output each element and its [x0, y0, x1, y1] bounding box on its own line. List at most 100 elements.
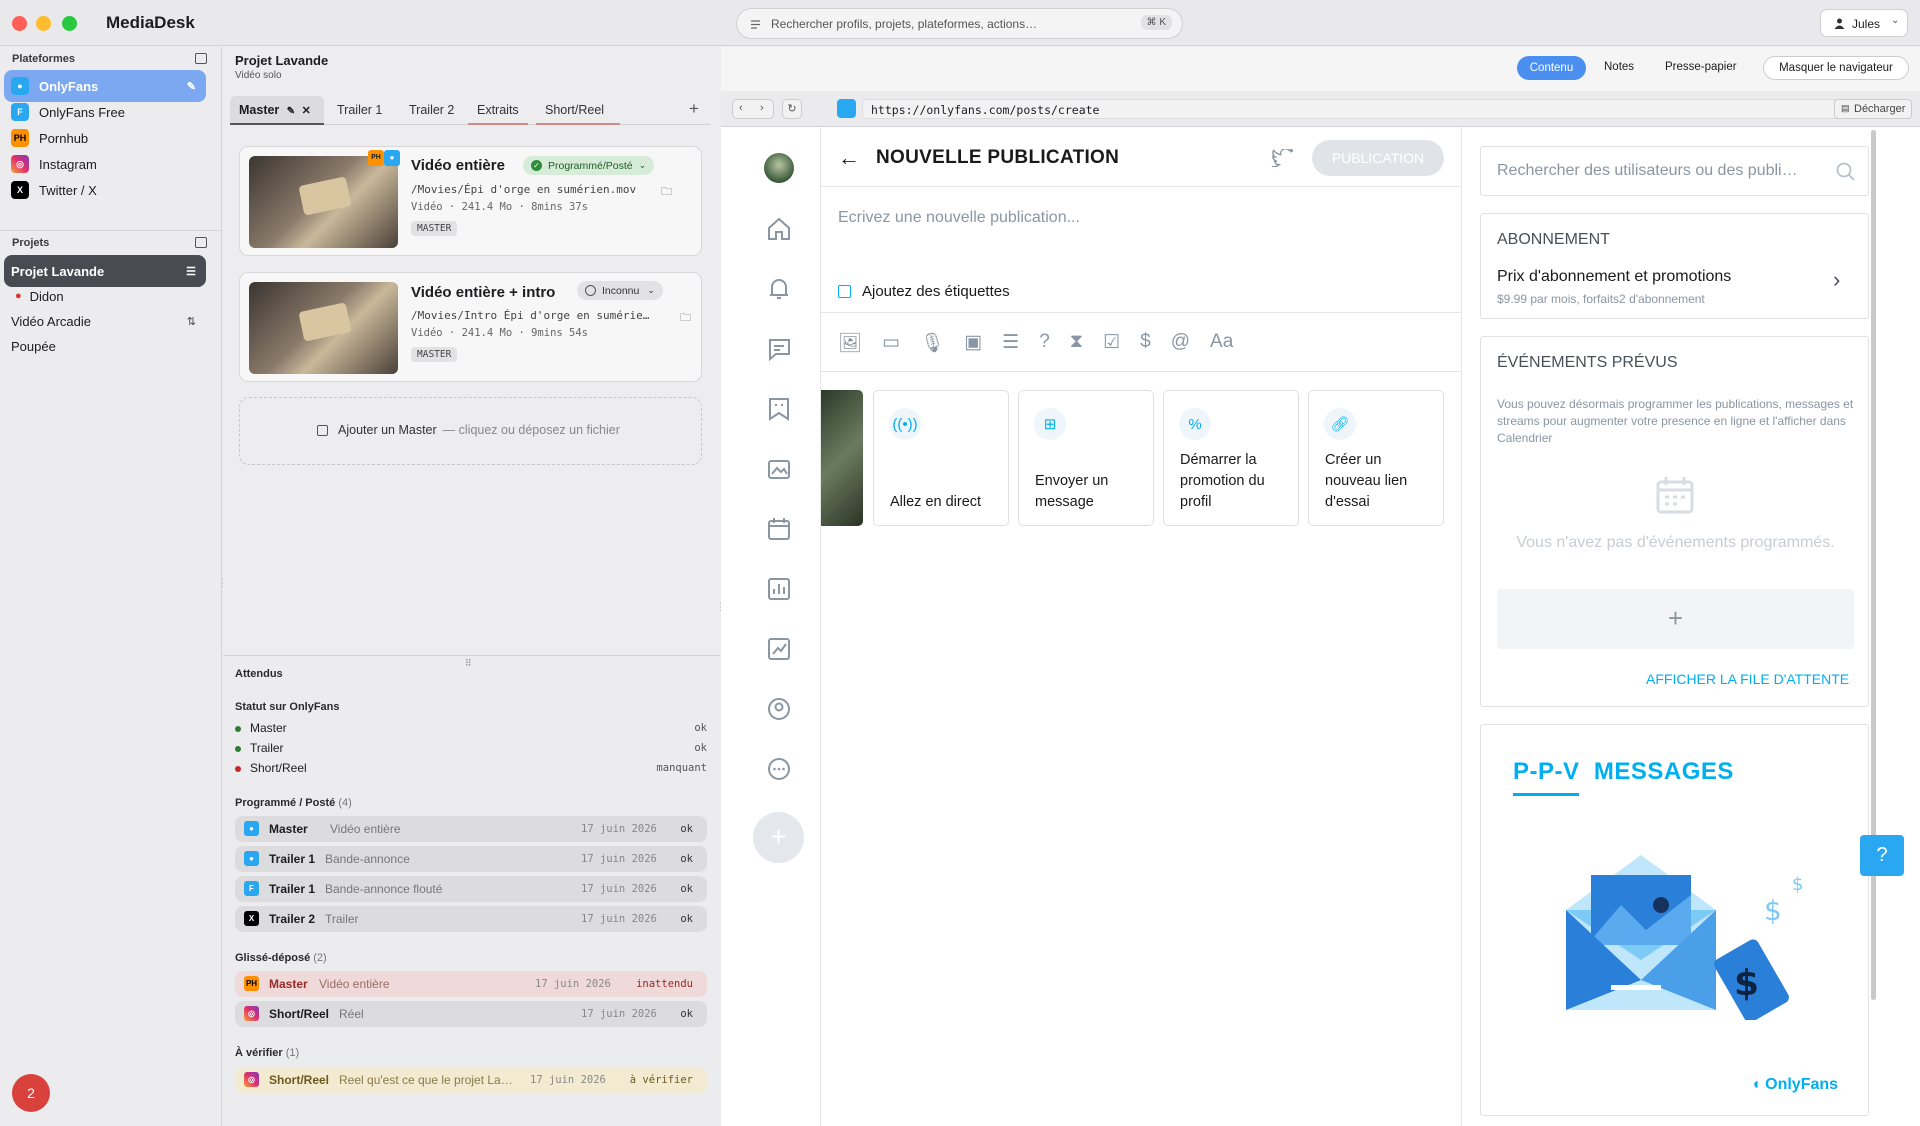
add-project-icon[interactable] [195, 237, 207, 248]
folder-icon[interactable]: 🗀 [680, 309, 691, 328]
twitter-icon[interactable] [1272, 149, 1294, 167]
scheduled-item[interactable]: ● Trailer 1 Bande-annonce 17 juin 2026 ok [235, 846, 707, 872]
gif-icon[interactable]: ▣ [964, 331, 982, 355]
edit-icon[interactable]: ✎ [287, 106, 295, 117]
tab-extraits[interactable]: Extraits [468, 96, 528, 125]
scheduled-item[interactable]: X Trailer 2 Trailer 17 juin 2026 ok [235, 906, 707, 932]
master-card[interactable]: Vidéo entière + intro Inconnu ⌄ /Movies/… [239, 272, 702, 382]
scheduled-item[interactable]: F Trailer 1 Bande-annonce flouté 17 juin 20… [235, 876, 707, 902]
avatar[interactable] [764, 153, 794, 183]
bell-icon[interactable] [764, 274, 794, 304]
mention-icon[interactable]: @ [1171, 331, 1190, 355]
add-event-button[interactable]: + [1497, 589, 1854, 649]
schedule-icon[interactable]: ☑ [1103, 331, 1120, 355]
tab-trailer-2[interactable]: Trailer 2 [400, 96, 463, 125]
projects-heading: Projets [12, 237, 50, 249]
file-meta: Vidéo · 241.4 Mo · 8mins 37s [411, 201, 589, 213]
tab-contenu[interactable]: Contenu [1517, 56, 1586, 80]
help-button[interactable]: ? [1860, 835, 1904, 876]
media-preview[interactable] [821, 390, 863, 526]
promotion-icon: % [1179, 408, 1211, 440]
close-window-button[interactable] [12, 16, 27, 31]
global-search-input[interactable]: Rechercher profils, projets, plateformes… [736, 8, 1183, 39]
add-platform-icon[interactable] [195, 53, 207, 64]
more-icon[interactable] [764, 754, 794, 784]
status-badge[interactable]: Inconnu ⌄ [577, 281, 663, 300]
reload-icon[interactable]: ↻ [782, 99, 802, 119]
send-message-card[interactable]: ⊞ Envoyer un message [1018, 390, 1154, 526]
chevron-right-icon[interactable]: › [1833, 267, 1840, 293]
post-textarea[interactable]: Ecrivez une nouvelle publication... [838, 209, 1080, 227]
user-menu-button[interactable]: Jules ⌄ [1820, 9, 1908, 37]
status-badge[interactable]: ✓ Programmé/Posté ⌄ [523, 156, 655, 175]
image-icon[interactable]: 🖼︎ [838, 331, 862, 355]
verify-item[interactable]: ◎ Short/Reel Reel qu'est ce que le projet … [235, 1067, 707, 1093]
microphone-icon[interactable]: 🎙︎ [920, 331, 944, 355]
master-card[interactable]: PH ● Vidéo entière ✓ Programmé/Posté ⌄ /… [239, 146, 702, 256]
maximize-window-button[interactable] [62, 16, 77, 31]
user-search-input[interactable]: Rechercher des utilisateurs ou des publi… [1480, 146, 1869, 196]
folder-icon[interactable]: 🗀 [661, 183, 672, 202]
ppv-promo[interactable]: P-P-V MESSAGES $ $ $ ◖ OnlyFans [1480, 724, 1869, 1116]
tab-notes[interactable]: Notes [1604, 61, 1634, 73]
show-queue-link[interactable]: AFFICHER LA FILE D'ATTENTE [1646, 671, 1849, 687]
new-post-button[interactable]: + [753, 812, 804, 863]
price-icon[interactable]: $ [1140, 331, 1151, 355]
publish-button[interactable]: PUBLICATION [1312, 140, 1444, 176]
scheduled-item[interactable]: ● Master Vidéo entière 17 juin 2026 ok [235, 816, 707, 842]
tab-label: Trailer 2 [409, 103, 455, 117]
tab-presse-papier[interactable]: Presse-papier [1665, 61, 1737, 73]
collections-icon[interactable] [764, 394, 794, 424]
unload-button[interactable]: ▤ Décharger [1834, 99, 1912, 119]
tab-trailer-1[interactable]: Trailer 1 [328, 96, 391, 125]
edit-icon[interactable]: ✎ [187, 80, 196, 93]
sidebar-item-poupee[interactable]: Poupée [4, 330, 206, 362]
scheduled-title: Programmé / Posté (4) [235, 797, 352, 809]
home-icon[interactable] [764, 214, 794, 244]
action-label: Créer un nouveau lien d'essai [1325, 452, 1408, 510]
notification-badge[interactable]: 2 [12, 1074, 50, 1112]
poll-icon[interactable]: ☰ [1002, 331, 1019, 355]
close-icon[interactable]: ✕ [302, 105, 311, 117]
status-row: Master ok [235, 720, 707, 738]
profile-icon[interactable] [764, 694, 794, 724]
statistics-icon[interactable] [764, 574, 794, 604]
check-icon: ✓ [531, 160, 542, 171]
minimize-window-button[interactable] [36, 16, 51, 31]
messages-icon[interactable] [764, 334, 794, 364]
subscription-label[interactable]: Prix d'abonnement et promotions [1497, 268, 1731, 286]
search-icon [1836, 162, 1855, 181]
calendar-icon[interactable] [764, 514, 794, 544]
tab-short-reel[interactable]: Short/Reel [536, 96, 620, 125]
trial-link-card[interactable]: 🔗︎ Créer un nouveau lien d'essai [1308, 390, 1444, 526]
back-arrow-icon[interactable]: ← [838, 145, 860, 171]
back-arrow-icon[interactable]: ‹ [739, 102, 743, 114]
expected-title: Attendus [235, 668, 283, 680]
item-desc: Bande-annonce [325, 852, 410, 866]
drag-handle-icon[interactable]: ⠿ [465, 658, 472, 669]
go-live-card[interactable]: ((•)) Allez en direct [873, 390, 1009, 526]
item-desc: Reel qu'est ce que le projet La… [339, 1073, 513, 1087]
platforms-heading: Plateformes [12, 53, 75, 65]
add-master-dropzone[interactable]: Ajouter un Master — cliquez ou déposez u… [239, 397, 702, 465]
video-icon[interactable]: ▭ [882, 331, 900, 355]
analytics-icon[interactable] [764, 634, 794, 664]
add-tags-button[interactable]: Ajoutez des étiquettes [838, 283, 1010, 300]
tab-master[interactable]: Master ✎ ✕ [230, 96, 324, 125]
url-input[interactable]: https://onlyfans.com/posts/create [862, 99, 1902, 119]
vault-icon[interactable] [764, 454, 794, 484]
settings-sliders-icon[interactable]: ☰ [186, 265, 196, 278]
text-format-icon[interactable]: Aa [1210, 331, 1233, 355]
dropped-item[interactable]: ◎ Short/Reel Réel 17 juin 2026 ok [235, 1001, 707, 1027]
action-label: Démarrer la promotion du profil [1180, 452, 1265, 510]
lips-icon: ● [15, 290, 22, 302]
quiz-icon[interactable]: ? [1039, 331, 1050, 355]
sort-icon[interactable]: ⇅ [187, 315, 196, 328]
forward-arrow-icon[interactable]: › [760, 102, 764, 114]
hide-browser-button[interactable]: Masquer le navigateur [1763, 56, 1909, 80]
dropped-item[interactable]: PH Master Vidéo entière 17 juin 2026 inatten… [235, 971, 707, 997]
add-tab-button[interactable]: + [680, 96, 708, 125]
start-promotion-card[interactable]: % Démarrer la promotion du profil [1163, 390, 1299, 526]
timer-icon[interactable]: ⧗ [1070, 331, 1083, 355]
sidebar-item-twitter[interactable]: X Twitter / X [4, 174, 206, 206]
